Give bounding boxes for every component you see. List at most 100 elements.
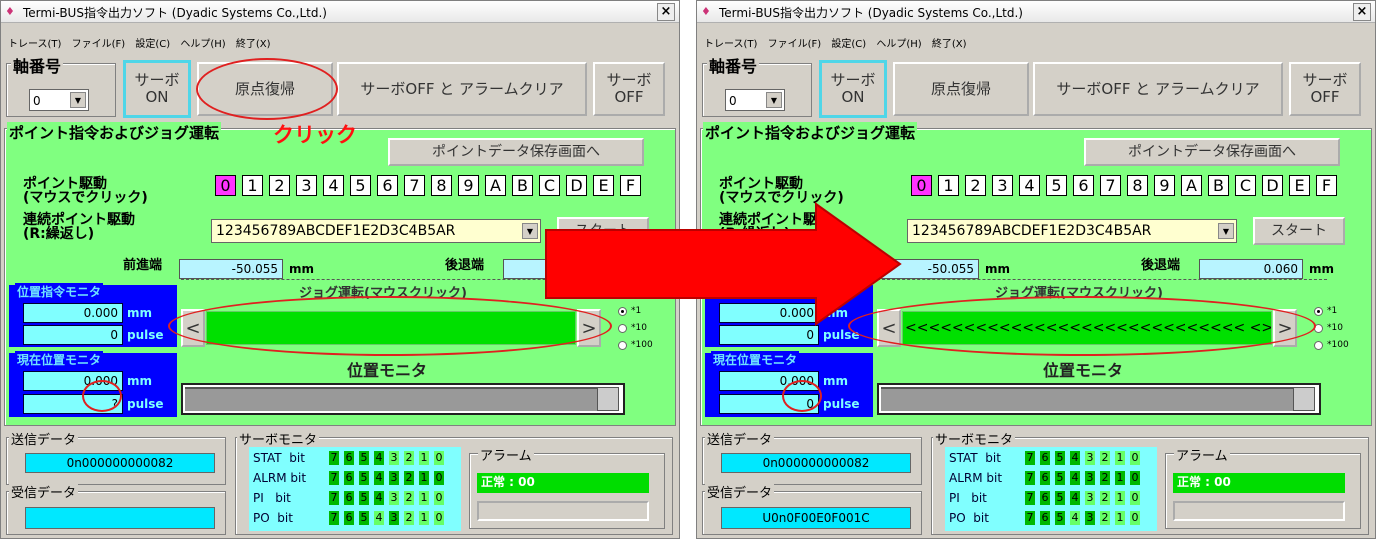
jog-scale-x10-label: *10 [631, 323, 647, 333]
status-bit: 4 [1070, 511, 1080, 525]
menu-exit[interactable]: 終了(X) [236, 39, 271, 50]
point-button-1[interactable]: 1 [938, 175, 959, 196]
forward-end-value[interactable]: -50.055 [179, 259, 283, 279]
jog-scale-x100-radio[interactable] [618, 341, 627, 350]
chevron-down-icon[interactable]: ▼ [70, 92, 86, 108]
status-bit: 0 [1130, 491, 1140, 505]
point-button-F[interactable]: F [620, 175, 641, 196]
forward-end-value[interactable]: -50.055 [875, 259, 979, 279]
jog-scale-x10-label: *10 [1327, 323, 1343, 333]
menu-settings[interactable]: 設定(C) [135, 39, 170, 50]
forward-end-unit: mm [289, 262, 315, 276]
backward-end-value[interactable]: 0.060 [503, 259, 607, 279]
status-bit: 0 [434, 471, 444, 485]
chevron-down-icon[interactable]: ▼ [522, 223, 538, 239]
section-title: ポイント指令およびジョグ運転 [7, 122, 222, 143]
jog-scale-x100-radio[interactable] [1314, 341, 1323, 350]
pulse-unit: pulse [127, 397, 164, 411]
servo-on-button[interactable]: サーボ ON [123, 60, 191, 118]
jog-scale-x1-radio[interactable] [1314, 307, 1323, 316]
status-bit: 1 [419, 511, 429, 525]
menu-exit[interactable]: 終了(X) [932, 39, 967, 50]
point-button-D[interactable]: D [1262, 175, 1283, 196]
continuous-sequence-select[interactable]: 123456789ABCDEF1E2D3C4B5AR ▼ [907, 219, 1237, 243]
axis-select[interactable]: 0 ▼ [29, 89, 89, 111]
point-drive-label: ポイント駆動 (マウスでクリック) [719, 176, 844, 206]
point-button-8[interactable]: 8 [1127, 175, 1148, 196]
point-button-C[interactable]: C [1235, 175, 1256, 196]
point-button-C[interactable]: C [539, 175, 560, 196]
backward-end-label: 後退端 [445, 258, 485, 273]
backward-end-value[interactable]: 0.060 [1199, 259, 1303, 279]
jog-scale-x1-radio[interactable] [618, 307, 627, 316]
point-button-A[interactable]: A [1181, 175, 1202, 196]
menu-trace[interactable]: トレース(T) [8, 39, 61, 50]
point-button-2[interactable]: 2 [269, 175, 290, 196]
point-button-6[interactable]: 6 [1073, 175, 1094, 196]
point-data-save-button[interactable]: ポイントデータ保存画面へ [1084, 138, 1340, 166]
status-bit: 1 [1115, 451, 1125, 465]
point-button-7[interactable]: 7 [404, 175, 425, 196]
menu-trace[interactable]: トレース(T) [704, 39, 757, 50]
menu-help[interactable]: ヘルプ(H) [876, 39, 921, 50]
point-button-9[interactable]: 9 [1154, 175, 1175, 196]
continuous-sequence-value: 123456789ABCDEF1E2D3C4B5AR [216, 223, 456, 239]
point-button-0[interactable]: 0 [911, 175, 932, 196]
continuous-sequence-select[interactable]: 123456789ABCDEF1E2D3C4B5AR ▼ [211, 219, 541, 243]
point-data-save-button[interactable]: ポイントデータ保存画面へ [388, 138, 644, 166]
servo-off-button[interactable]: サーボ OFF [1289, 62, 1361, 116]
backward-end-unit: mm [613, 262, 639, 276]
send-data-value: 0n000000000082 [721, 453, 911, 473]
point-button-1[interactable]: 1 [242, 175, 263, 196]
start-button[interactable]: スタート [557, 217, 649, 245]
status-bit: 4 [1070, 471, 1080, 485]
point-button-B[interactable]: B [1208, 175, 1229, 196]
chevron-down-icon[interactable]: ▼ [766, 92, 782, 108]
axis-select[interactable]: 0 ▼ [725, 89, 785, 111]
status-bit: 2 [1100, 491, 1110, 505]
status-bit: 1 [1115, 511, 1125, 525]
menu-file[interactable]: ファイル(F) [72, 39, 126, 50]
servo-on-button[interactable]: サーボ ON [819, 60, 887, 118]
point-button-4[interactable]: 4 [323, 175, 344, 196]
status-bit: 5 [359, 451, 369, 465]
point-button-3[interactable]: 3 [296, 175, 317, 196]
start-button[interactable]: スタート [1253, 217, 1345, 245]
servo-off-alarm-clear-button[interactable]: サーボOFF と アラームクリア [337, 62, 587, 116]
status-bit: 4 [374, 511, 384, 525]
close-button[interactable]: × [657, 3, 675, 21]
point-button-B[interactable]: B [512, 175, 533, 196]
menu-help[interactable]: ヘルプ(H) [180, 39, 225, 50]
menu-file[interactable]: ファイル(F) [768, 39, 822, 50]
point-button-6[interactable]: 6 [377, 175, 398, 196]
slider-track [185, 387, 597, 411]
point-button-9[interactable]: 9 [458, 175, 479, 196]
close-button[interactable]: × [1353, 3, 1371, 21]
slider-handle[interactable] [1293, 387, 1315, 411]
chevron-down-icon[interactable]: ▼ [1218, 223, 1234, 239]
send-data-label: 送信データ [705, 429, 775, 448]
jog-scale-x10-radio[interactable] [618, 324, 627, 333]
point-button-5[interactable]: 5 [350, 175, 371, 196]
menu-settings[interactable]: 設定(C) [831, 39, 866, 50]
servo-monitor-label: サーボモニタ [237, 429, 320, 448]
servo-off-alarm-clear-button[interactable]: サーボOFF と アラームクリア [1033, 62, 1283, 116]
point-button-2[interactable]: 2 [965, 175, 986, 196]
status-bit: 1 [419, 451, 429, 465]
point-button-3[interactable]: 3 [992, 175, 1013, 196]
status-bit: 5 [1055, 471, 1065, 485]
point-button-5[interactable]: 5 [1046, 175, 1067, 196]
point-button-F[interactable]: F [1316, 175, 1337, 196]
slider-handle[interactable] [597, 387, 619, 411]
position-command-label: 位置指令モニタ [15, 283, 104, 300]
point-button-E[interactable]: E [1289, 175, 1310, 196]
point-button-8[interactable]: 8 [431, 175, 452, 196]
point-button-A[interactable]: A [485, 175, 506, 196]
servo-off-button[interactable]: サーボ OFF [593, 62, 665, 116]
point-button-D[interactable]: D [566, 175, 587, 196]
home-return-button[interactable]: 原点復帰 [893, 62, 1029, 116]
point-button-E[interactable]: E [593, 175, 614, 196]
point-button-7[interactable]: 7 [1100, 175, 1121, 196]
point-button-4[interactable]: 4 [1019, 175, 1040, 196]
point-button-0[interactable]: 0 [215, 175, 236, 196]
